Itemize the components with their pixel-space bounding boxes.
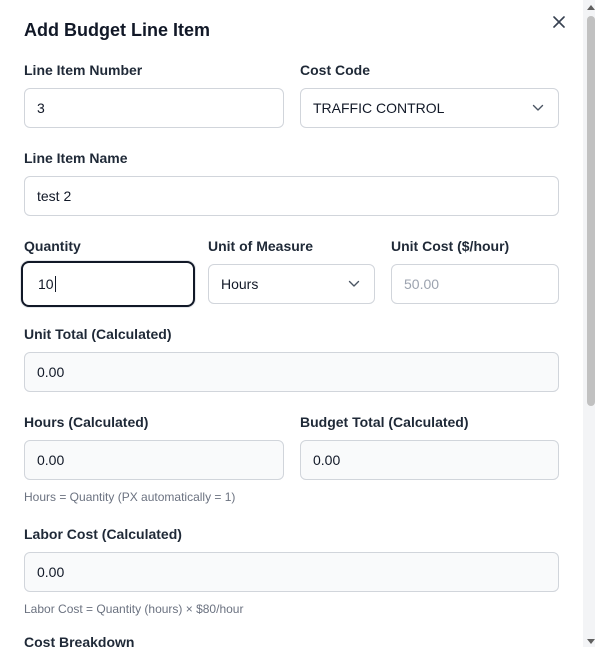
unit-total-label: Unit Total (Calculated) (24, 326, 172, 342)
cost-code-label: Cost Code (300, 62, 370, 78)
scrollbar-thumb[interactable] (587, 16, 595, 406)
labor-cost-help-text: Labor Cost = Quantity (hours) × $80/hour (24, 602, 244, 616)
chevron-down-icon (348, 280, 360, 287)
quantity-input[interactable]: 10 (21, 261, 195, 307)
text-caret (54, 276, 56, 292)
cost-code-value: TRAFFIC CONTROL (313, 100, 445, 116)
budget-total-label: Budget Total (Calculated) (300, 414, 469, 430)
hours-field: 0.00 (24, 440, 284, 480)
quantity-label: Quantity (24, 238, 81, 254)
chevron-down-icon (532, 104, 544, 111)
labor-cost-value: 0.00 (37, 564, 65, 580)
scroll-down-arrow[interactable] (586, 637, 595, 645)
unit-total-field: 0.00 (24, 352, 559, 392)
line-item-number-value: 3 (37, 100, 45, 116)
labor-cost-field: 0.00 (24, 552, 559, 592)
unit-of-measure-value: Hours (221, 276, 259, 292)
scroll-up-arrow[interactable] (586, 3, 595, 11)
line-item-number-input[interactable]: 3 (24, 88, 284, 128)
close-icon (553, 16, 565, 28)
hours-help-text: Hours = Quantity (PX automatically = 1) (24, 490, 236, 504)
modal-title: Add Budget Line Item (24, 20, 210, 40)
budget-total-field: 0.00 (300, 440, 559, 480)
cost-breakdown-heading: Cost Breakdown (24, 634, 135, 647)
triangle-up-icon (586, 4, 595, 10)
hours-value: 0.00 (37, 452, 65, 468)
line-item-name-label: Line Item Name (24, 150, 128, 166)
line-item-number-label: Line Item Number (24, 62, 143, 78)
unit-of-measure-select[interactable]: Hours (208, 264, 375, 304)
line-item-name-input[interactable]: test 2 (24, 176, 559, 216)
hours-label: Hours (Calculated) (24, 414, 149, 430)
unit-cost-placeholder: 50.00 (404, 276, 440, 292)
unit-cost-label: Unit Cost ($/hour) (391, 238, 510, 254)
budget-total-value: 0.00 (313, 452, 341, 468)
unit-total-value: 0.00 (37, 364, 65, 380)
quantity-value: 10 (38, 276, 54, 292)
add-budget-line-item-modal: Add Budget Line Item Line Item Number 3 … (0, 0, 595, 647)
unit-of-measure-label: Unit of Measure (208, 238, 314, 254)
cost-code-select[interactable]: TRAFFIC CONTROL (300, 88, 559, 128)
triangle-down-icon (586, 638, 595, 644)
unit-cost-input[interactable]: 50.00 (391, 264, 559, 304)
labor-cost-label: Labor Cost (Calculated) (24, 526, 182, 542)
close-button[interactable] (549, 12, 569, 32)
line-item-name-value: test 2 (37, 188, 72, 204)
